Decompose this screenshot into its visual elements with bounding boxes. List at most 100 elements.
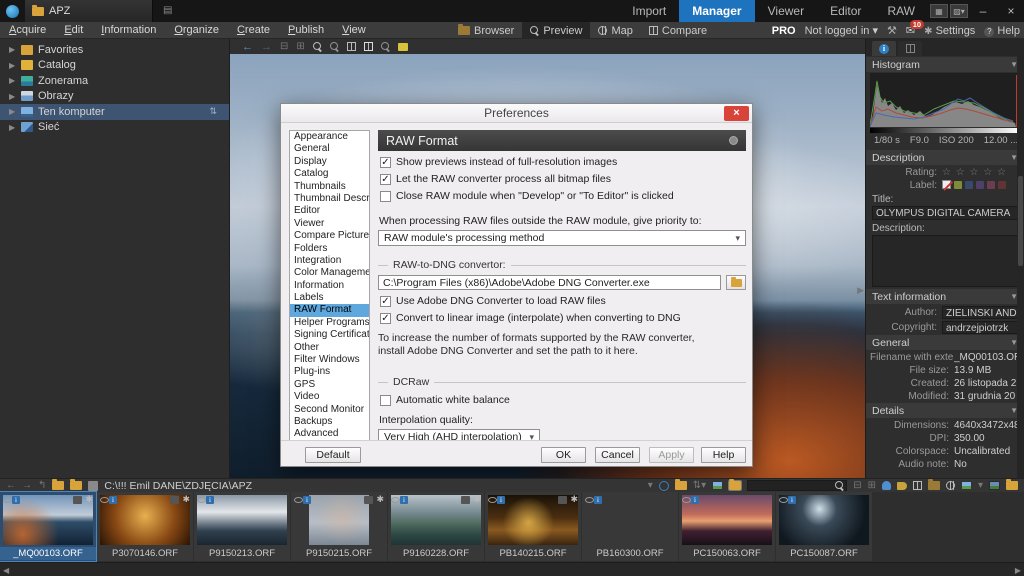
- more-tools-icon[interactable]: ▾: [978, 480, 983, 491]
- thumbnail-image[interactable]: [309, 495, 369, 545]
- author-input[interactable]: ZIELINSKI AND: [942, 306, 1018, 319]
- tab-information[interactable]: i: [872, 41, 896, 56]
- thumbnail-pb160300[interactable]: i PB160300.ORF: [582, 492, 678, 561]
- tools-icon[interactable]: ⚒: [887, 24, 897, 37]
- checkbox-checked[interactable]: ✓: [380, 313, 391, 324]
- header-help-icon[interactable]: [729, 136, 738, 145]
- dialog-title-bar[interactable]: Preferences ×: [281, 104, 752, 123]
- help-button[interactable]: Help: [701, 447, 746, 463]
- search-input[interactable]: [747, 480, 847, 491]
- option-close-raw-module[interactable]: Close RAW module when "Develop" or "To E…: [380, 190, 746, 202]
- forward-icon[interactable]: →: [261, 41, 272, 53]
- path-dropdown-icon[interactable]: ▾: [648, 480, 653, 491]
- category-item[interactable]: Plug-ins: [290, 366, 369, 378]
- category-item[interactable]: Video: [290, 391, 369, 403]
- browse-folder-icon[interactable]: [729, 481, 741, 490]
- category-item[interactable]: Backups: [290, 416, 369, 428]
- expand-icon[interactable]: ▶: [9, 76, 16, 85]
- option-convert-linear[interactable]: ✓ Convert to linear image (interpolate) …: [380, 312, 746, 324]
- forward-icon[interactable]: →: [22, 480, 32, 491]
- option-show-previews[interactable]: ✓ Show previews instead of full-resoluti…: [380, 156, 746, 168]
- apply-button[interactable]: Apply: [649, 447, 694, 463]
- archive-icon[interactable]: [1006, 481, 1018, 490]
- thumbnail-pb140215[interactable]: i ✱ PB140215.ORF: [485, 492, 581, 561]
- preferences-category-list[interactable]: Appearance General Display Catalog Thumb…: [289, 130, 370, 441]
- view-browser-button[interactable]: Browser: [450, 22, 522, 39]
- category-item-selected[interactable]: RAW Format: [290, 304, 369, 316]
- label-swatches[interactable]: [942, 180, 1009, 191]
- up-icon[interactable]: ↰: [38, 480, 46, 491]
- sort-desc-icon[interactable]: ⊞: [296, 41, 304, 52]
- label-purple[interactable]: [976, 181, 984, 189]
- category-item[interactable]: Thumbnails: [290, 181, 369, 193]
- browse-button[interactable]: [726, 275, 746, 290]
- rating-stars[interactable]: ☆ ☆ ☆ ☆ ☆: [942, 167, 1007, 178]
- checkbox-checked[interactable]: ✓: [380, 296, 391, 307]
- sidebar-item-zonerama[interactable]: ▶ Zonerama: [0, 73, 229, 89]
- checkbox-unchecked[interactable]: [380, 191, 391, 202]
- expand-icon[interactable]: ▶: [9, 61, 16, 70]
- folder-up-icon[interactable]: [52, 481, 64, 490]
- sidebar-item-catalog[interactable]: ▶ Catalog: [0, 58, 229, 74]
- scroll-left-icon[interactable]: ◀: [3, 566, 9, 575]
- tab-raw[interactable]: RAW: [874, 0, 928, 22]
- current-path[interactable]: C:\!!! Emil DANE\ZDJĘCIA\APZ: [104, 480, 252, 492]
- thumbnail-mq00103[interactable]: i ✱ _MQ00103.ORF: [0, 492, 96, 561]
- default-button[interactable]: Default: [305, 447, 361, 463]
- thumbnail-p9150213[interactable]: i P9150213.ORF: [194, 492, 290, 561]
- grid-view-icon[interactable]: [913, 481, 922, 490]
- cancel-button[interactable]: Cancel: [595, 447, 640, 463]
- general-section-header[interactable]: General▼: [866, 335, 1024, 350]
- people-filter-icon[interactable]: [882, 481, 891, 490]
- close-button[interactable]: ×: [998, 0, 1024, 22]
- scroll-right-icon[interactable]: ▶: [1015, 566, 1021, 575]
- option-auto-white-balance[interactable]: Automatic white balance: [380, 394, 746, 406]
- tab-import[interactable]: Import: [619, 0, 679, 22]
- category-item[interactable]: Folders: [290, 243, 369, 255]
- expand-icon[interactable]: ▶: [9, 92, 16, 101]
- menu-create[interactable]: Create: [228, 24, 279, 36]
- zoom-100-icon[interactable]: [347, 42, 356, 51]
- sort-asc-icon[interactable]: ⊟: [280, 41, 288, 52]
- category-item[interactable]: Thumbnail Descriptions: [290, 193, 369, 205]
- label-red[interactable]: [998, 181, 1006, 189]
- label-green[interactable]: [954, 181, 962, 189]
- checkbox-unchecked[interactable]: [380, 395, 391, 406]
- histogram-section-header[interactable]: Histogram▼: [866, 57, 1024, 72]
- dialog-close-button[interactable]: ×: [724, 106, 749, 121]
- ok-button[interactable]: OK: [541, 447, 586, 463]
- reorder-icon[interactable]: ⇅: [209, 106, 217, 117]
- sidebar-item-ten-komputer[interactable]: ▶ Ten komputer ⇅: [0, 104, 229, 120]
- tab-editor[interactable]: Editor: [817, 0, 874, 22]
- thumbnail-pc150087[interactable]: i PC150087.ORF: [776, 492, 872, 561]
- help-button[interactable]: ? Help: [984, 25, 1020, 37]
- view-map-button[interactable]: Map: [590, 22, 640, 39]
- menu-view[interactable]: View: [333, 24, 375, 36]
- label-none-icon[interactable]: [942, 180, 951, 189]
- sidebar-item-obrazy[interactable]: ▶ Obrazy: [0, 89, 229, 105]
- menu-organize[interactable]: Organize: [165, 24, 228, 36]
- collapse-panel-icon[interactable]: ▶: [857, 285, 864, 296]
- keywords-icon[interactable]: [897, 482, 907, 490]
- thumbnail-p3070146[interactable]: i ✱ P3070146.ORF: [97, 492, 193, 561]
- label-blue[interactable]: [965, 181, 973, 189]
- flat-view-icon[interactable]: ⊞: [868, 480, 876, 491]
- view-compare-button[interactable]: Compare: [641, 22, 715, 39]
- category-item[interactable]: Appearance: [290, 131, 369, 143]
- minimize-button[interactable]: –: [970, 0, 996, 22]
- expand-icon[interactable]: ▶: [9, 107, 16, 116]
- category-item[interactable]: Other: [290, 342, 369, 354]
- sidebar-item-favorites[interactable]: ▶ Favorites: [0, 42, 229, 58]
- expand-icon[interactable]: ▶: [9, 123, 16, 132]
- new-folder-icon[interactable]: [675, 481, 687, 490]
- thumbnail-p9160228[interactable]: i ✱ P9160228.ORF: [388, 492, 484, 561]
- sort-order-icon[interactable]: ⇅▾: [693, 480, 706, 491]
- back-icon[interactable]: ←: [6, 480, 16, 491]
- quick-edit-icon[interactable]: [398, 43, 408, 51]
- category-item[interactable]: GPS: [290, 379, 369, 391]
- tab-manager[interactable]: Manager: [679, 0, 754, 22]
- back-icon[interactable]: ←: [242, 41, 253, 53]
- panel-layout-icon[interactable]: ▦: [930, 4, 948, 18]
- notifications-icon[interactable]: ✉10: [906, 24, 915, 37]
- category-item[interactable]: Display: [290, 156, 369, 168]
